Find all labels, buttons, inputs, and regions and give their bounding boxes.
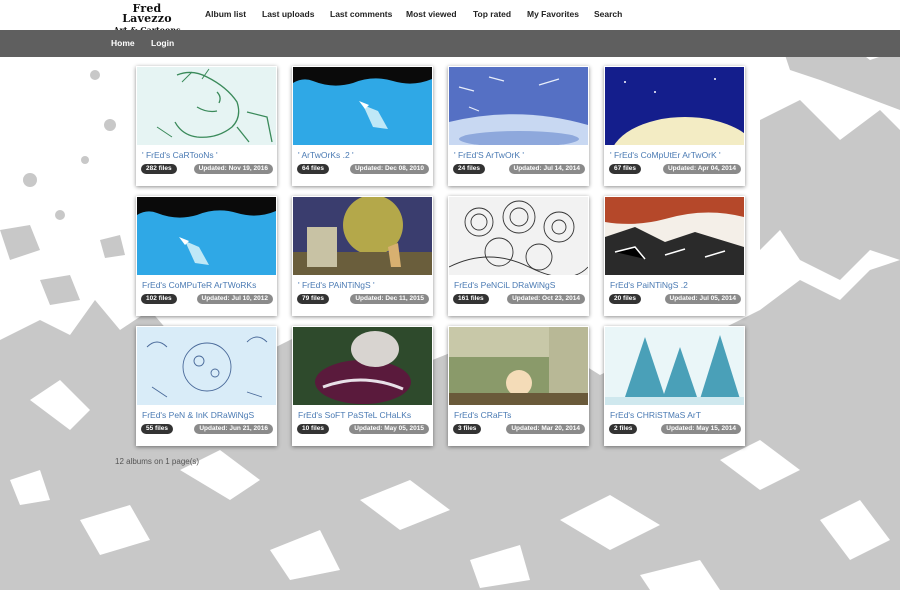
files-count-badge: 55 files xyxy=(141,424,174,434)
files-count-badge: 2 files xyxy=(609,424,638,434)
album-meta: 55 files Updated: Jun 21, 2016 xyxy=(141,424,273,436)
nav-home[interactable]: Home xyxy=(111,38,135,48)
album-card[interactable]: ' FrEd's CoMpUtEr ArTwOrK ' 67 files Upd… xyxy=(604,66,745,186)
updated-date-badge: Updated: Apr 04, 2014 xyxy=(662,164,741,174)
nav-last-uploads[interactable]: Last uploads xyxy=(262,9,314,19)
album-card[interactable]: FrEd's PeN & InK DRaWiNgS 55 files Updat… xyxy=(136,326,277,446)
album-thumbnail[interactable] xyxy=(449,197,588,275)
nav-login[interactable]: Login xyxy=(151,38,174,48)
updated-date-badge: Updated: Jul 14, 2014 xyxy=(508,164,585,174)
files-count-badge: 102 files xyxy=(141,294,177,304)
album-meta: 282 files Updated: Nov 19, 2016 xyxy=(141,164,273,176)
album-card[interactable]: FrEd's PaiNTiNgS .2 20 files Updated: Ju… xyxy=(604,196,745,316)
updated-date-badge: Updated: Nov 19, 2016 xyxy=(193,164,273,174)
files-count-badge: 79 files xyxy=(297,294,330,304)
files-count-badge: 20 files xyxy=(609,294,642,304)
files-count-badge: 64 files xyxy=(297,164,330,174)
album-card[interactable]: ' ArTwOrKs .2 ' 64 files Updated: Dec 08… xyxy=(292,66,433,186)
album-meta: 3 files Updated: Mar 20, 2014 xyxy=(453,424,585,436)
album-meta: 161 files Updated: Oct 23, 2014 xyxy=(453,294,585,306)
album-thumbnail[interactable] xyxy=(293,197,432,275)
album-thumbnail[interactable] xyxy=(605,67,744,145)
album-title[interactable]: ' FrEd's PAiNTiNgS ' xyxy=(298,280,430,290)
updated-date-badge: Updated: Dec 11, 2015 xyxy=(350,294,429,304)
album-card[interactable]: FrEd's CRaFTs 3 files Updated: Mar 20, 2… xyxy=(448,326,589,446)
album-meta: 79 files Updated: Dec 11, 2015 xyxy=(297,294,429,306)
album-card[interactable]: ' FrEd'S ArTwOrK ' 24 files Updated: Jul… xyxy=(448,66,589,186)
nav-last-comments[interactable]: Last comments xyxy=(330,9,392,19)
album-grid: ' FrEd's CaRTooNs ' 282 files Updated: N… xyxy=(136,66,745,446)
files-count-badge: 282 files xyxy=(141,164,177,174)
album-card[interactable]: ' FrEd's CaRTooNs ' 282 files Updated: N… xyxy=(136,66,277,186)
album-meta: 2 files Updated: May 15, 2014 xyxy=(609,424,741,436)
album-thumbnail[interactable] xyxy=(137,327,276,405)
album-title[interactable]: FrEd's CoMPuTeR ArTWoRKs xyxy=(142,280,274,290)
album-card[interactable]: FrEd's PeNCiL DRaWiNgS 161 files Updated… xyxy=(448,196,589,316)
album-title[interactable]: FrEd's SoFT PaSTeL CHaLKs xyxy=(298,410,430,420)
updated-date-badge: Updated: Mar 20, 2014 xyxy=(506,424,585,434)
updated-date-badge: Updated: Jun 21, 2016 xyxy=(194,424,273,434)
updated-date-badge: Updated: Dec 08, 2010 xyxy=(349,164,429,174)
album-meta: 20 files Updated: Jul 05, 2014 xyxy=(609,294,741,306)
album-thumbnail[interactable] xyxy=(293,327,432,405)
nav-album-list[interactable]: Album list xyxy=(205,9,246,19)
nav-search[interactable]: Search xyxy=(594,9,622,19)
album-thumbnail[interactable] xyxy=(449,327,588,405)
album-card[interactable]: FrEd's SoFT PaSTeL CHaLKs 10 files Updat… xyxy=(292,326,433,446)
album-card[interactable]: ' FrEd's PAiNTiNgS ' 79 files Updated: D… xyxy=(292,196,433,316)
album-title[interactable]: FrEd's PeN & InK DRaWiNgS xyxy=(142,410,274,420)
album-card[interactable]: FrEd's CHRiSTMaS ArT 2 files Updated: Ma… xyxy=(604,326,745,446)
album-thumbnail[interactable] xyxy=(137,197,276,275)
album-title[interactable]: ' FrEd's CoMpUtEr ArTwOrK ' xyxy=(610,150,742,160)
album-count-text: 12 albums on 1 page(s) xyxy=(115,457,200,466)
nav-top-rated[interactable]: Top rated xyxy=(473,9,511,19)
nav-my-favorites[interactable]: My Favorites xyxy=(527,9,579,19)
album-title[interactable]: FrEd's CHRiSTMaS ArT xyxy=(610,410,742,420)
album-meta: 64 files Updated: Dec 08, 2010 xyxy=(297,164,429,176)
album-thumbnail[interactable] xyxy=(137,67,276,145)
top-header: Fred Lavezzo Art & Cartoons Album list L… xyxy=(0,0,900,35)
files-count-badge: 161 files xyxy=(453,294,489,304)
site-title: Fred Lavezzo xyxy=(122,2,172,25)
updated-date-badge: Updated: Jul 10, 2012 xyxy=(196,294,273,304)
album-meta: 10 files Updated: May 05, 2015 xyxy=(297,424,429,436)
album-title[interactable]: ' FrEd's CaRTooNs ' xyxy=(142,150,274,160)
updated-date-badge: Updated: May 05, 2015 xyxy=(349,424,429,434)
files-count-badge: 24 files xyxy=(453,164,486,174)
album-meta: 24 files Updated: Jul 14, 2014 xyxy=(453,164,585,176)
updated-date-badge: Updated: Oct 23, 2014 xyxy=(507,294,585,304)
nav-most-viewed[interactable]: Most viewed xyxy=(406,9,457,19)
album-title[interactable]: ' ArTwOrKs .2 ' xyxy=(298,150,430,160)
updated-date-badge: Updated: May 15, 2014 xyxy=(661,424,741,434)
files-count-badge: 10 files xyxy=(297,424,330,434)
album-thumbnail[interactable] xyxy=(605,197,744,275)
sub-nav-bar: Home Login xyxy=(0,30,900,57)
album-meta: 102 files Updated: Jul 10, 2012 xyxy=(141,294,273,306)
album-title[interactable]: FrEd's PaiNTiNgS .2 xyxy=(610,280,742,290)
album-meta: 67 files Updated: Apr 04, 2014 xyxy=(609,164,741,176)
album-thumbnail[interactable] xyxy=(449,67,588,145)
album-thumbnail[interactable] xyxy=(293,67,432,145)
updated-date-badge: Updated: Jul 05, 2014 xyxy=(664,294,741,304)
files-count-badge: 3 files xyxy=(453,424,482,434)
album-card[interactable]: FrEd's CoMPuTeR ArTWoRKs 102 files Updat… xyxy=(136,196,277,316)
album-title[interactable]: FrEd's PeNCiL DRaWiNgS xyxy=(454,280,586,290)
album-thumbnail[interactable] xyxy=(605,327,744,405)
album-title[interactable]: ' FrEd'S ArTwOrK ' xyxy=(454,150,586,160)
files-count-badge: 67 files xyxy=(609,164,642,174)
album-title[interactable]: FrEd's CRaFTs xyxy=(454,410,586,420)
